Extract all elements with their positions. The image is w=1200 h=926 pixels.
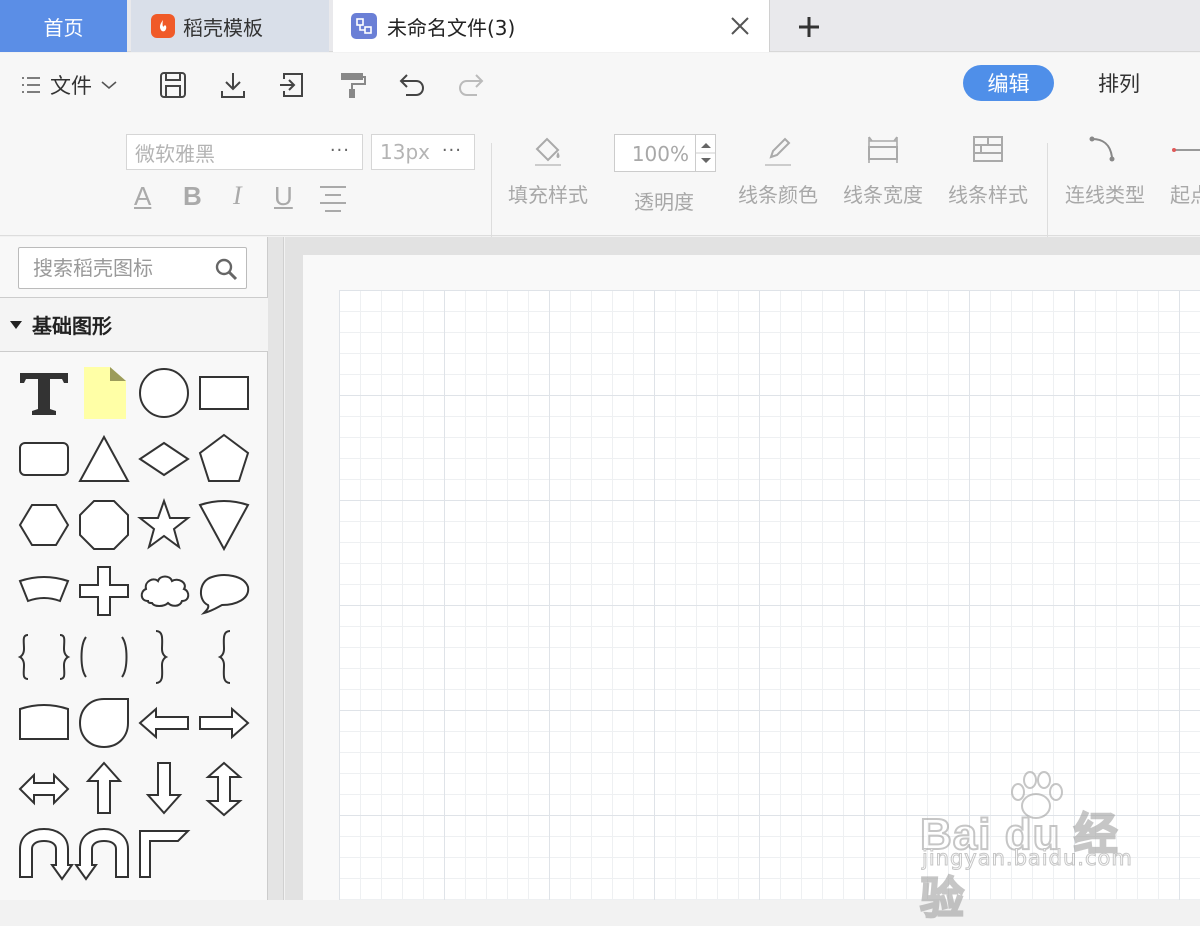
line-width-icon <box>868 136 898 163</box>
line-width-tool[interactable]: 线条宽度 <box>843 133 923 208</box>
tab-bar: 首页 稻壳模板 未命名文件(3) <box>0 0 1200 52</box>
shape-rounded-rectangle-icon[interactable] <box>14 429 74 489</box>
paint-bucket-icon <box>535 137 561 166</box>
section-title: 基础图形 <box>32 314 112 338</box>
shape-u-turn-arrow-icon[interactable] <box>74 825 134 885</box>
shape-down-arrow-icon[interactable] <box>134 759 194 819</box>
undo-icon[interactable] <box>396 69 428 101</box>
watermark-url: jingyan.baidu.com <box>922 846 1133 871</box>
file-menu[interactable]: 文件 <box>20 71 118 99</box>
shape-circle-icon[interactable] <box>134 363 194 423</box>
opacity-stepper[interactable]: 100% <box>614 134 716 172</box>
opacity-label: 透明度 <box>634 190 694 214</box>
edit-mode-button[interactable]: 编辑 <box>963 65 1054 101</box>
shape-left-arrow-icon[interactable] <box>134 693 194 753</box>
connector-type-label: 连线类型 <box>1065 183 1145 207</box>
tab-home[interactable]: 首页 <box>0 0 127 52</box>
shape-text-icon[interactable] <box>14 363 74 423</box>
import-icon[interactable] <box>276 69 308 101</box>
line-start-icon <box>1172 148 1200 152</box>
tab-templates[interactable]: 稻壳模板 <box>131 0 329 52</box>
search-icon[interactable] <box>214 257 238 281</box>
more-icon: ··· <box>441 140 462 161</box>
font-family-value: 微软雅黑 <box>135 141 215 166</box>
shape-speech-bubble-icon[interactable] <box>194 561 254 621</box>
shape-right-brace-icon[interactable] <box>134 627 194 687</box>
bold-button[interactable]: B <box>183 181 202 212</box>
opacity-value: 100% <box>631 142 689 166</box>
start-arrow-label: 起点 <box>1170 183 1200 207</box>
opacity-tool: 透明度 <box>634 186 694 215</box>
docer-logo-icon <box>151 14 175 38</box>
align-icon[interactable] <box>317 184 349 218</box>
download-icon[interactable] <box>217 69 249 101</box>
shape-brackets-icon[interactable] <box>74 627 134 687</box>
search-input[interactable] <box>19 248 209 288</box>
italic-button[interactable]: I <box>233 181 242 211</box>
start-arrow-tool[interactable]: 起点 <box>1170 133 1200 208</box>
line-style-icon <box>973 136 1003 162</box>
tab-document-label: 未命名文件(3) <box>387 15 516 40</box>
font-size-select[interactable]: 13px ··· <box>371 134 475 170</box>
shape-pentagon-icon[interactable] <box>194 429 254 489</box>
shape-up-down-arrow-icon[interactable] <box>194 759 254 819</box>
baidu-jingyan-watermark: Bai du 经验 jingyan.baidu.com <box>918 770 1158 924</box>
shape-octagon-icon[interactable] <box>74 495 134 555</box>
font-family-select[interactable]: 微软雅黑 ··· <box>126 134 363 170</box>
shape-braces-icon[interactable] <box>14 627 74 687</box>
spin-buttons[interactable] <box>695 135 716 171</box>
tab-document[interactable]: 未命名文件(3) <box>333 0 770 52</box>
shape-rectangle-icon[interactable] <box>194 363 254 423</box>
caret-down-icon <box>10 320 22 329</box>
shape-cloud-icon[interactable] <box>134 561 194 621</box>
fill-style-label: 填充样式 <box>508 183 588 207</box>
line-style-label: 线条样式 <box>948 183 1028 207</box>
fill-style-tool[interactable]: 填充样式 <box>508 133 588 208</box>
menu-icon <box>22 77 40 93</box>
close-icon[interactable] <box>727 13 753 39</box>
more-icon: ··· <box>329 140 350 161</box>
shape-rounded-top-rect-icon[interactable] <box>14 693 74 753</box>
shape-trapezoid-arc-icon[interactable] <box>14 561 74 621</box>
line-color-tool[interactable]: 线条颜色 <box>738 133 818 208</box>
shape-note-icon[interactable] <box>74 363 134 423</box>
tab-home-label: 首页 <box>43 15 84 40</box>
shape-triangle-icon[interactable] <box>74 429 134 489</box>
shape-hexagon-icon[interactable] <box>14 495 74 555</box>
connector-icon <box>1089 136 1115 162</box>
arrange-mode-button[interactable]: 排列 <box>1078 65 1160 101</box>
shape-diamond-icon[interactable] <box>134 429 194 489</box>
shape-teardrop-icon[interactable] <box>74 693 134 753</box>
shape-u-turn-down-icon[interactable] <box>14 825 74 885</box>
line-style-tool[interactable]: 线条样式 <box>948 133 1028 208</box>
format-painter-icon[interactable] <box>336 69 368 101</box>
shape-inverted-triangle-icon[interactable] <box>194 495 254 555</box>
font-size-value: 13px <box>380 140 430 164</box>
font-color-button[interactable]: A <box>134 181 151 212</box>
shape-double-arrow-icon[interactable] <box>14 759 74 819</box>
line-width-label: 线条宽度 <box>843 183 923 207</box>
flowchart-file-icon <box>351 13 377 39</box>
shape-star-icon[interactable] <box>134 495 194 555</box>
save-icon[interactable] <box>157 69 189 101</box>
file-menu-label: 文件 <box>50 74 92 98</box>
shape-left-brace-icon[interactable] <box>194 627 254 687</box>
connector-type-tool[interactable]: 连线类型 <box>1065 133 1145 208</box>
icon-search[interactable] <box>18 247 247 289</box>
underline-button[interactable]: U <box>274 181 293 212</box>
sidebar-scrollbar[interactable] <box>268 237 284 900</box>
toolbar: 文件 编辑 排列 微软雅黑 ··· 13px ··· A B I U 填充样式 … <box>0 53 1200 263</box>
pen-icon <box>765 137 791 166</box>
shape-up-arrow-icon[interactable] <box>74 759 134 819</box>
shape-corner-icon[interactable] <box>134 825 194 885</box>
add-tab-icon[interactable] <box>794 12 824 42</box>
section-basic-shapes[interactable]: 基础图形 <box>0 297 268 352</box>
chevron-down-icon <box>101 81 117 90</box>
line-color-label: 线条颜色 <box>738 183 818 207</box>
tab-templates-label: 稻壳模板 <box>183 15 263 40</box>
redo-icon[interactable] <box>455 69 487 101</box>
shape-sidebar: 基础图形 <box>0 237 268 900</box>
shape-cross-icon[interactable] <box>74 561 134 621</box>
shape-right-arrow-icon[interactable] <box>194 693 254 753</box>
